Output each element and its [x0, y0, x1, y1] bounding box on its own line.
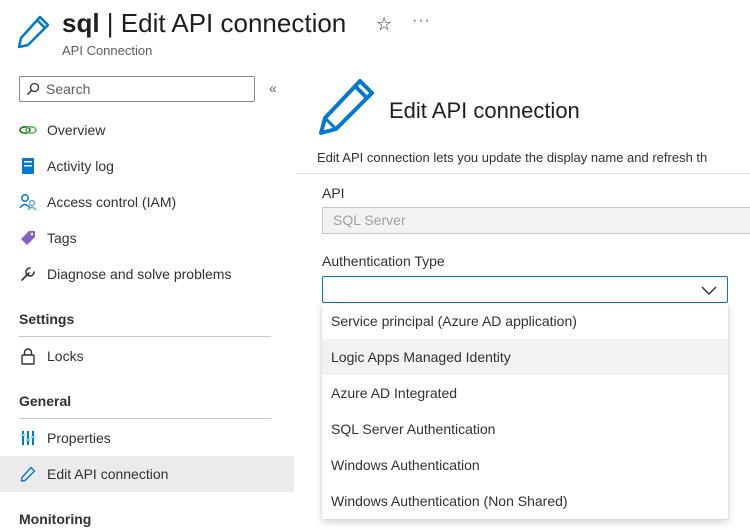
sidebar-item-tags[interactable]: Tags	[0, 220, 294, 256]
pencil-icon	[19, 465, 37, 483]
lock-icon	[19, 347, 37, 365]
section-settings: Settings	[19, 311, 75, 327]
sidebar-item-label: Access control (IAM)	[47, 194, 177, 210]
activity-log-icon	[19, 157, 37, 175]
section-divider	[296, 173, 750, 174]
properties-icon	[19, 429, 37, 447]
search-icon	[26, 82, 40, 96]
sidebar-item-diagnose[interactable]: Diagnose and solve problems	[0, 256, 294, 292]
sidebar-item-label: Tags	[47, 230, 77, 246]
sidebar-item-label: Diagnose and solve problems	[47, 266, 232, 282]
page-name: Edit API connection	[120, 8, 347, 38]
wrench-icon	[19, 265, 37, 283]
dropdown-option[interactable]: Windows Authentication (Non Shared)	[322, 483, 728, 519]
sidebar-item-locks[interactable]: Locks	[0, 338, 294, 374]
authentication-type-dropdown[interactable]	[322, 276, 728, 303]
section-divider	[19, 418, 271, 419]
sidebar-item-label: Activity log	[47, 158, 114, 174]
dropdown-option[interactable]: Azure AD Integrated	[322, 375, 728, 411]
search-placeholder: Search	[46, 81, 91, 97]
sidebar-item-overview[interactable]: Overview	[0, 112, 294, 148]
blade-title: Edit API connection	[389, 98, 580, 123]
page-title: sql | Edit API connection	[62, 8, 346, 39]
sidebar-item-properties[interactable]: Properties	[0, 420, 294, 456]
dropdown-option[interactable]: Logic Apps Managed Identity	[322, 339, 728, 375]
sidebar-item-edit-api-connection[interactable]: Edit API connection	[0, 456, 294, 492]
more-options-button[interactable]: ···	[412, 12, 431, 30]
blade-description: Edit API connection lets you update the …	[317, 150, 708, 165]
section-divider	[19, 336, 271, 337]
authentication-type-label: Authentication Type	[322, 253, 445, 269]
search-input[interactable]: Search	[19, 76, 255, 102]
sidebar-item-label: Overview	[47, 122, 106, 138]
authentication-type-options: Service principal (Azure AD application)…	[322, 303, 728, 519]
overview-icon	[19, 121, 37, 139]
resource-name: sql	[62, 8, 100, 38]
tag-icon	[19, 229, 37, 247]
section-monitoring: Monitoring	[19, 511, 92, 527]
chevron-down-icon	[701, 286, 717, 295]
title-separator: |	[99, 8, 121, 38]
resource-type: API Connection	[62, 43, 153, 58]
pencil-icon	[17, 15, 50, 49]
pencil-icon	[319, 79, 374, 135]
sidebar-item-label: Edit API connection	[47, 466, 169, 482]
star-icon[interactable]: ☆	[376, 14, 392, 35]
sidebar-item-activity-log[interactable]: Activity log	[0, 148, 294, 184]
api-label: API	[322, 185, 345, 201]
section-general: General	[19, 393, 72, 409]
dropdown-option[interactable]: Windows Authentication	[322, 447, 728, 483]
access-control-icon	[19, 193, 37, 211]
api-field: SQL Server	[322, 207, 750, 234]
dropdown-option[interactable]: Service principal (Azure AD application)	[322, 303, 728, 339]
sidebar-item-label: Properties	[47, 430, 111, 446]
sidebar-item-label: Locks	[47, 348, 84, 364]
dropdown-option[interactable]: SQL Server Authentication	[322, 411, 728, 447]
sidebar-item-access-control[interactable]: Access control (IAM)	[0, 184, 294, 220]
collapse-sidebar-button[interactable]: «	[269, 80, 277, 96]
